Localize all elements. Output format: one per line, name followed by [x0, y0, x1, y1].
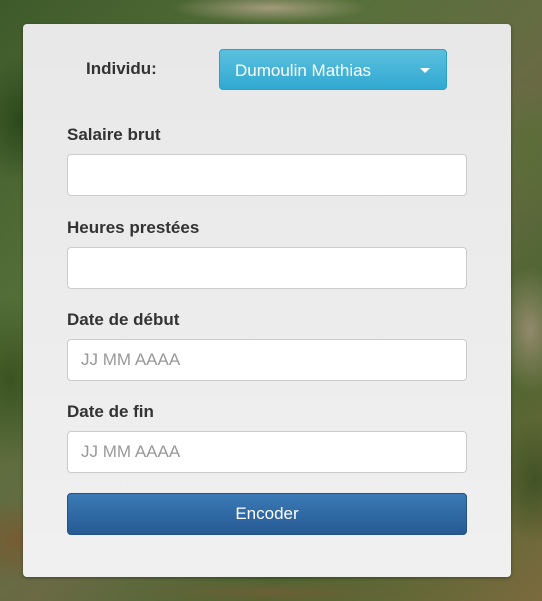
date-debut-input[interactable]: [67, 339, 467, 381]
heures-prestees-label: Heures prestées: [67, 218, 200, 237]
salaire-brut-label: Salaire brut: [67, 125, 161, 144]
caret-down-icon: [420, 68, 430, 73]
individu-selected-value: Dumoulin Mathias: [235, 61, 372, 80]
salaire-brut-input[interactable]: [67, 154, 467, 196]
individu-dropdown[interactable]: Dumoulin Mathias: [219, 49, 447, 90]
individu-label: Individu:: [86, 59, 157, 78]
encode-form-panel: Individu: Dumoulin Mathias Salaire brut …: [23, 24, 511, 577]
date-debut-label: Date de début: [67, 310, 180, 329]
date-fin-label: Date de fin: [67, 402, 154, 421]
encoder-button[interactable]: Encoder: [67, 493, 467, 535]
heures-prestees-input[interactable]: [67, 247, 467, 289]
date-fin-input[interactable]: [67, 431, 467, 473]
